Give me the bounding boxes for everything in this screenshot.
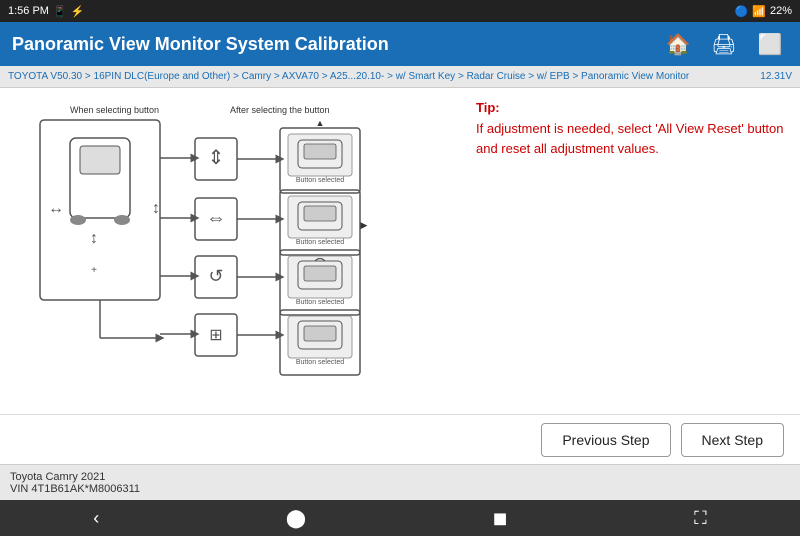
header: Panoramic View Monitor System Calibratio…	[0, 22, 800, 66]
tablet-icon: 📱	[53, 5, 67, 18]
svg-text:Button selected: Button selected	[296, 177, 344, 184]
svg-text:↕: ↕	[90, 230, 98, 247]
main-content: When selecting button After selecting th…	[0, 88, 800, 414]
fullscreen-button[interactable]: ⛶	[674, 504, 727, 533]
svg-text:When selecting button: When selecting button	[70, 105, 159, 115]
vehicle-make-model: Toyota Camry 2021	[10, 471, 790, 483]
svg-text:Button selected: Button selected	[296, 359, 344, 366]
info-bar: Toyota Camry 2021 VIN 4T1B61AK*M8006311	[0, 464, 800, 500]
signal-icon: ⚡	[71, 5, 85, 18]
tip-text: If adjustment is needed, select 'All Vie…	[476, 119, 784, 158]
breadcrumb-text: TOYOTA V50.30 > 16PIN DLC(Europe and Oth…	[8, 71, 689, 82]
svg-text:+: +	[91, 265, 97, 276]
svg-text:↺: ↺	[208, 266, 223, 286]
status-right: 🔵 📶 22%	[735, 5, 792, 18]
tip-label: Tip:	[476, 100, 784, 115]
nav-bar: ‹ ⬤ ◼ ⛶	[0, 500, 800, 536]
svg-text:Button selected: Button selected	[296, 299, 344, 306]
svg-text:▶: ▶	[361, 220, 368, 230]
time-display: 1:56 PM	[8, 5, 49, 17]
svg-text:⊞: ⊞	[209, 327, 222, 344]
wifi-icon: 📶	[752, 5, 766, 18]
svg-text:↕: ↕	[152, 200, 160, 217]
export-button[interactable]: ⬜	[752, 26, 788, 62]
status-left: 1:56 PM 📱 ⚡	[8, 5, 84, 18]
svg-text:⇔: ⇔	[206, 207, 226, 229]
svg-text:▲: ▲	[316, 118, 325, 128]
svg-text:Button selected: Button selected	[296, 239, 344, 246]
svg-text:⇕: ⇕	[208, 147, 225, 169]
previous-step-button[interactable]: Previous Step	[541, 423, 670, 457]
page-title: Panoramic View Monitor System Calibratio…	[12, 34, 389, 55]
diagram-area: When selecting button After selecting th…	[0, 88, 460, 414]
svg-text:↔: ↔	[48, 200, 64, 217]
print-button[interactable]: 🖨	[706, 26, 742, 62]
next-step-button[interactable]: Next Step	[681, 423, 784, 457]
header-icons: 🏠 🖨 ⬜	[660, 26, 788, 62]
svg-text:After selecting the button: After selecting the button	[230, 105, 330, 115]
status-bar: 1:56 PM 📱 ⚡ 🔵 📶 22%	[0, 0, 800, 22]
vehicle-vin: VIN 4T1B61AK*M8006311	[10, 483, 790, 495]
square-nav-button[interactable]: ◼	[473, 504, 528, 533]
home-button[interactable]: 🏠	[660, 26, 696, 62]
breadcrumb: TOYOTA V50.30 > 16PIN DLC(Europe and Oth…	[0, 66, 800, 88]
bottom-buttons: Previous Step Next Step	[0, 414, 800, 464]
calibration-diagram: When selecting button After selecting th…	[20, 98, 440, 388]
back-button[interactable]: ‹	[73, 504, 119, 533]
bluetooth-icon: 🔵	[735, 5, 749, 18]
battery-reading: 12.31V	[760, 71, 792, 82]
home-nav-button[interactable]: ⬤	[266, 504, 326, 533]
battery-display: 22%	[770, 5, 792, 17]
tip-area: Tip: If adjustment is needed, select 'Al…	[460, 88, 800, 414]
